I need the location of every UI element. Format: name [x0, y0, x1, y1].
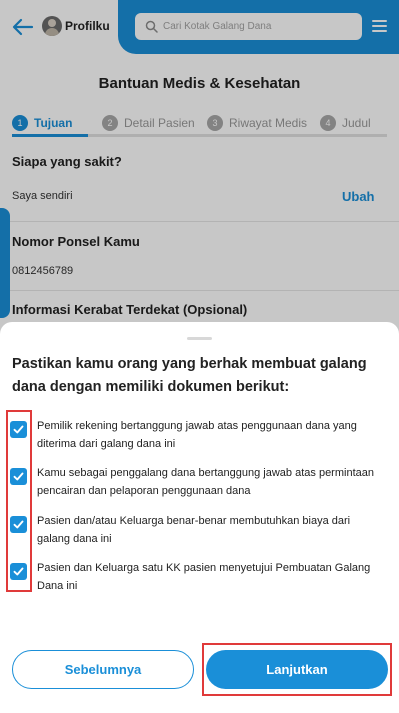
checkmark-icon: [13, 425, 24, 434]
checkbox-checked[interactable]: [10, 421, 27, 438]
checklist-text: Pasien dan Keluarga satu KK pasien menye…: [37, 562, 371, 592]
sheet-title: Pastikan kamu orang yang berhak membuat …: [12, 356, 367, 395]
checklist-text: Kamu sebagai penggalang dana bertanggung…: [37, 467, 374, 497]
checkmark-icon: [13, 567, 24, 576]
confirmation-bottom-sheet: Pastikan kamu orang yang berhak membuat …: [0, 322, 399, 713]
checkbox-checked[interactable]: [10, 516, 27, 533]
previous-button[interactable]: Sebelumnya: [12, 650, 194, 689]
checkbox-checked[interactable]: [10, 468, 27, 485]
checkmark-icon: [13, 472, 24, 481]
continue-button[interactable]: Lanjutkan: [206, 650, 388, 689]
checkmark-icon: [13, 520, 24, 529]
checklist-text: Pasien dan/atau Keluarga benar-benar mem…: [37, 515, 351, 545]
checklist-text: Pemilik rekening bertanggung jawab atas …: [37, 420, 357, 450]
sheet-drag-handle[interactable]: [187, 337, 212, 340]
checkbox-checked[interactable]: [10, 563, 27, 580]
